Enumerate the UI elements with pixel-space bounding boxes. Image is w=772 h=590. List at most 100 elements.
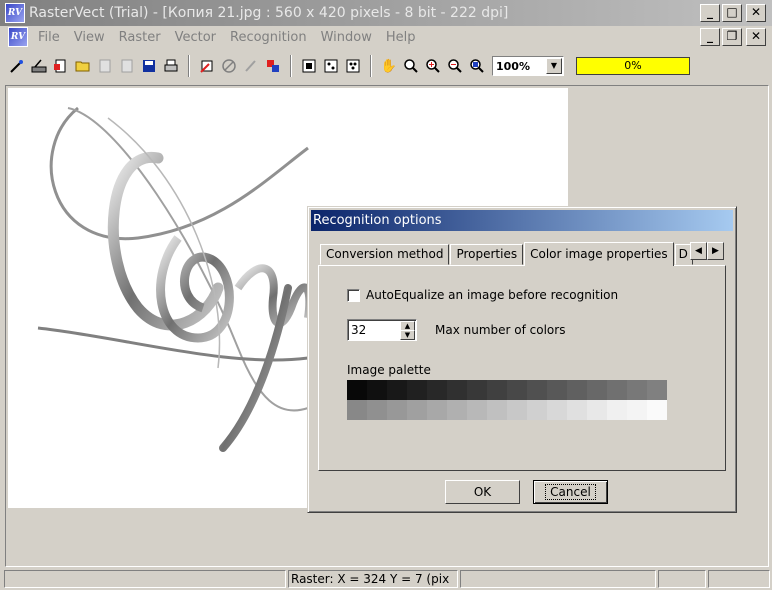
menu-help[interactable]: Help <box>386 30 416 45</box>
palette-swatch <box>387 400 407 420</box>
tab-strip: Conversion method Properties Color image… <box>320 241 694 266</box>
max-colors-spinner[interactable]: 32 ▲ ▼ <box>347 319 417 341</box>
progress-bar: 0% <box>576 57 690 75</box>
open-folder-icon[interactable] <box>72 55 94 77</box>
palette-swatch <box>527 380 547 400</box>
palette-swatch <box>347 400 367 420</box>
doc-close-button[interactable]: ✕ <box>746 28 766 46</box>
title-bar: RV RasterVect (Trial) - [Копия 21.jpg : … <box>0 0 772 26</box>
palette-swatch <box>407 400 427 420</box>
chevron-down-icon[interactable]: ▼ <box>546 58 562 74</box>
toolbar-separator <box>188 55 190 77</box>
auto-equalize-label[interactable]: AutoEqualize an image before recognition <box>366 288 618 302</box>
palette-swatch <box>427 380 447 400</box>
palette-swatch <box>607 380 627 400</box>
status-panel-small <box>658 570 706 588</box>
auto-equalize-checkbox[interactable] <box>347 288 360 302</box>
palette-swatch <box>607 400 627 420</box>
zoom-in-icon[interactable] <box>422 55 444 77</box>
recognition-options-dialog: Recognition options Conversion method Pr… <box>307 206 737 513</box>
palette-swatch <box>487 400 507 420</box>
tab-scroll-right-icon[interactable]: ▶ <box>707 242 724 260</box>
layout-3-icon[interactable] <box>342 55 364 77</box>
palette-swatch <box>427 400 447 420</box>
menu-file[interactable]: File <box>38 30 60 45</box>
toolbar-separator <box>290 55 292 77</box>
layout-2-icon[interactable] <box>320 55 342 77</box>
save-icon[interactable] <box>138 55 160 77</box>
palette-swatch <box>587 400 607 420</box>
zoom-value: 100% <box>496 59 530 73</box>
zoom-icon[interactable] <box>400 55 422 77</box>
palette-swatch <box>347 380 367 400</box>
palette-swatch <box>647 380 667 400</box>
new-file-icon[interactable] <box>50 55 72 77</box>
palette-swatch <box>547 400 567 420</box>
cancel-button[interactable]: Cancel <box>533 480 608 504</box>
palette-swatch <box>367 380 387 400</box>
window-title: RasterVect (Trial) - [Копия 21.jpg : 560… <box>29 5 509 21</box>
tab-properties[interactable]: Properties <box>450 244 524 265</box>
palette-swatch <box>547 380 567 400</box>
palette-swatch <box>447 400 467 420</box>
palette-swatch <box>467 380 487 400</box>
status-panel-main <box>4 570 286 588</box>
menu-recognition[interactable]: Recognition <box>230 30 307 45</box>
palette-swatch <box>487 380 507 400</box>
menu-view[interactable]: View <box>74 30 105 45</box>
palette-swatch <box>387 380 407 400</box>
status-size-grip[interactable] <box>708 570 770 588</box>
tab-panel: AutoEqualize an image before recognition… <box>318 265 726 471</box>
document-icon[interactable]: RV <box>8 27 28 47</box>
tab-scroll-left-icon[interactable]: ◀ <box>690 242 707 260</box>
image-palette-label: Image palette <box>347 363 431 377</box>
vectorize-icon[interactable] <box>196 55 218 77</box>
scanner-icon[interactable] <box>28 55 50 77</box>
menu-raster[interactable]: Raster <box>119 30 161 45</box>
palette-swatch <box>367 400 387 420</box>
palette-swatch <box>527 400 547 420</box>
zoom-combobox[interactable]: 100% ▼ <box>492 56 564 76</box>
save-as-disabled-icon <box>116 55 138 77</box>
pan-hand-icon[interactable]: ✋ <box>378 55 400 77</box>
palette-swatch <box>507 400 527 420</box>
ok-button[interactable]: OK <box>445 480 520 504</box>
print-icon[interactable] <box>160 55 182 77</box>
close-button[interactable]: ✕ <box>746 4 766 22</box>
app-logo-icon: RV <box>5 3 25 23</box>
zoom-out-icon[interactable] <box>444 55 466 77</box>
palette-swatch <box>627 380 647 400</box>
max-colors-value[interactable]: 32 <box>348 323 366 337</box>
max-colors-label: Max number of colors <box>435 323 566 337</box>
wizard-icon[interactable] <box>6 55 28 77</box>
layout-1-icon[interactable] <box>298 55 320 77</box>
tab-conversion-method[interactable]: Conversion method <box>320 244 450 265</box>
cancel-circle-icon[interactable] <box>218 55 240 77</box>
spin-down-icon[interactable]: ▼ <box>400 330 415 340</box>
palette-swatch <box>567 400 587 420</box>
palette-swatch <box>407 380 427 400</box>
tab-scroll-buttons: ◀ ▶ <box>690 242 724 260</box>
zoom-fit-icon[interactable] <box>466 55 488 77</box>
tab-color-image-properties[interactable]: Color image properties <box>524 242 674 266</box>
doc-restore-button[interactable]: ❐ <box>722 28 742 46</box>
minimize-button[interactable]: _ <box>700 4 720 22</box>
palette-swatch <box>447 380 467 400</box>
palette-swatch <box>587 380 607 400</box>
brush-icon[interactable] <box>240 55 262 77</box>
dialog-title: Recognition options <box>311 210 733 231</box>
palette-swatch <box>627 400 647 420</box>
color-convert-icon[interactable] <box>262 55 284 77</box>
palette-swatch <box>507 380 527 400</box>
status-panel-info <box>460 570 656 588</box>
menu-vector[interactable]: Vector <box>175 30 216 45</box>
doc-minimize-button[interactable]: _ <box>700 28 720 46</box>
maximize-button[interactable]: □ <box>722 4 742 22</box>
palette-swatch <box>647 400 667 420</box>
toolbar: ✋ 100% ▼ 0% <box>0 52 772 80</box>
menu-bar: RV File View Raster Vector Recognition W… <box>0 26 772 48</box>
menu-window[interactable]: Window <box>321 30 372 45</box>
cancel-label: Cancel <box>545 484 596 500</box>
save-disabled-icon <box>94 55 116 77</box>
status-bar: Raster: X = 324 Y = 7 (pix <box>0 570 772 590</box>
